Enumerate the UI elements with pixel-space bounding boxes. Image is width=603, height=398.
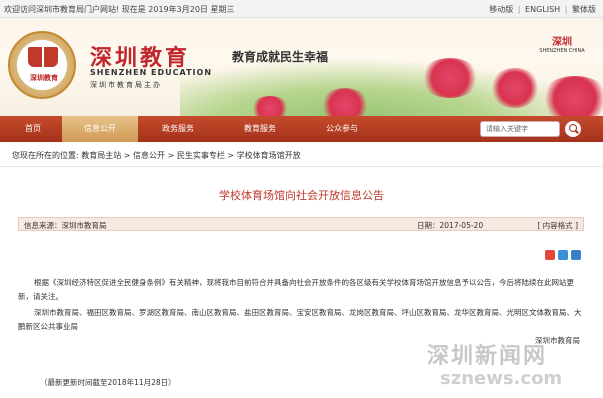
welcome-text: 欢迎访问深圳市教育局门户网站! 现在是 2019年3月20日 星期三	[4, 5, 235, 14]
site-subtitle: 深圳市教育局主办	[90, 81, 162, 89]
more-share-icon[interactable]	[571, 250, 581, 260]
article-source: 信息来源：深圳市教育局	[24, 220, 107, 231]
breadcrumb-separator: >	[123, 151, 131, 160]
breadcrumb-item-info[interactable]: 信息公开	[133, 151, 165, 160]
source-label: 信息来源：	[24, 221, 62, 230]
article-date: 日期：2017-05-20	[417, 220, 483, 231]
nav-item-home[interactable]: 首页	[18, 116, 48, 142]
top-bar: 欢迎访问深圳市教育局门户网站! 现在是 2019年3月20日 星期三 移动版 |…	[0, 0, 603, 18]
source-value: 深圳市教育局	[61, 221, 107, 230]
weibo-share-icon[interactable]	[545, 250, 555, 260]
article-paragraph: 深圳市教育局、福田区教育局、罗湖区教育局、南山区教育局、盐田区教育局、宝安区教育…	[18, 308, 582, 331]
site-logo[interactable]: 深圳教育	[8, 31, 76, 99]
divider: |	[517, 5, 521, 14]
city-logo-english: SHENZHEN CHINA	[539, 48, 585, 54]
top-links: 移动版 | ENGLISH | 繁体版	[488, 4, 597, 15]
flower-decoration	[320, 88, 370, 116]
search-input[interactable]: 请输入关键字	[480, 121, 560, 137]
header-banner: 深圳教育 深圳教育 SHENZHEN EDUCATION 深圳市教育局主办 教育…	[0, 18, 603, 116]
breadcrumb: 您现在所在的位置: 教育局主站 > 信息公开 > 民生实事专栏 > 学校体育场馆…	[12, 150, 301, 161]
nav-item-education-services[interactable]: 教育服务	[230, 116, 290, 142]
english-link[interactable]: ENGLISH	[525, 5, 560, 14]
slogan: 教育成就民生幸福	[232, 50, 329, 64]
search-icon[interactable]	[565, 121, 581, 137]
breadcrumb-item-main-site[interactable]: 教育局主站	[81, 151, 121, 160]
site-title-english: SHENZHEN EDUCATION	[90, 68, 213, 77]
breadcrumb-separator: >	[227, 151, 235, 160]
mobile-version-link[interactable]: 移动版	[489, 5, 513, 14]
breadcrumb-prefix: 您现在所在的位置:	[12, 151, 79, 160]
nav-item-info-disclosure[interactable]: 信息公开	[62, 116, 138, 142]
logo-text: 深圳教育	[30, 73, 58, 82]
watermark-logo: 深圳新闻网	[427, 343, 548, 369]
article-info-bar: 信息来源：深圳市教育局 日期：2017-05-20 [ 内容格式 ]	[18, 217, 584, 231]
content-format-link[interactable]: [ 内容格式 ]	[537, 220, 578, 231]
nav-item-government-services[interactable]: 政务服务	[148, 116, 208, 142]
article-paragraph: 根据《深圳经济特区促进全民健身条例》有关精神，现将我市目前符合并具备向社会开放条…	[18, 278, 574, 301]
nav-item-public-participation[interactable]: 公众参与	[312, 116, 372, 142]
book-icon	[28, 47, 58, 67]
article-title: 学校体育场馆向社会开放信息公告	[219, 189, 384, 202]
divider: |	[564, 5, 568, 14]
city-logo-mark: 深圳	[552, 37, 572, 48]
watermark-url: sznews.com	[440, 368, 563, 389]
breadcrumb-item-livelihood[interactable]: 民生实事专栏	[177, 151, 225, 160]
flower-decoration	[490, 68, 540, 108]
date-value: 2017-05-20	[439, 221, 484, 230]
breadcrumb-item-current[interactable]: 学校体育场馆开放	[237, 151, 301, 160]
main-nav: 首页 信息公开 政务服务 教育服务 公众参与 请输入关键字	[0, 116, 603, 142]
date-label: 日期：	[417, 221, 440, 230]
divider	[0, 166, 603, 167]
flower-decoration	[250, 96, 290, 116]
last-updated-note: （最新更新时间截至2018年11月28日）	[40, 378, 176, 387]
traditional-chinese-link[interactable]: 繁体版	[572, 5, 596, 14]
shenzhen-city-logo: 深圳 SHENZHEN CHINA	[532, 33, 592, 54]
flower-decoration	[540, 76, 603, 116]
qzone-share-icon[interactable]	[558, 250, 568, 260]
breadcrumb-separator: >	[167, 151, 175, 160]
flower-decoration	[420, 58, 480, 98]
